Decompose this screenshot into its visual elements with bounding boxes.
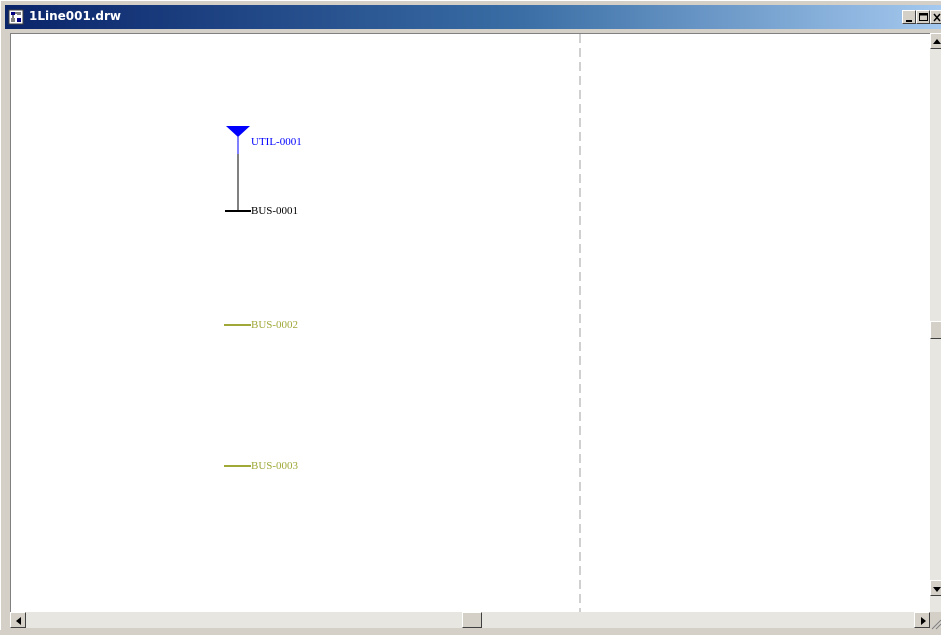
arrow-up-icon [933,39,941,44]
scroll-left-button[interactable] [10,612,26,628]
resize-grip-icon [931,619,941,630]
bus-0003-label[interactable]: BUS-0003 [251,460,298,472]
arrow-left-icon [16,617,21,625]
maximize-icon [919,13,928,21]
drawing-document-icon[interactable] [8,9,24,25]
bus-0001-label[interactable]: BUS-0001 [251,205,298,217]
util-0001-label[interactable]: UTIL-0001 [251,136,302,148]
maximize-button[interactable] [916,10,930,24]
one-line-diagram [224,34,581,612]
size-grip[interactable] [930,612,941,631]
title-bar[interactable]: 1Line001.drw [5,5,941,29]
close-button[interactable] [930,10,941,24]
minimize-icon [906,20,912,22]
bus-0002-label[interactable]: BUS-0002 [251,319,298,331]
window-title: 1Line001.drw [29,9,121,23]
minimize-button[interactable] [902,10,916,24]
document-window: 1Line001.drw UTIL-0001 BUS-0001 BUS-0002… [0,0,941,631]
vertical-scrollbar[interactable] [930,33,941,612]
arrow-down-icon [933,587,941,592]
arrow-right-icon [921,617,926,625]
scroll-right-button[interactable] [914,612,930,628]
horizontal-scrollbar[interactable] [10,612,930,628]
scroll-down-button[interactable] [930,580,941,596]
utility-symbol[interactable] [226,126,250,154]
scroll-up-button[interactable] [930,33,941,49]
close-icon [933,13,941,22]
drawing-canvas[interactable]: UTIL-0001 BUS-0001 BUS-0002 BUS-0003 [10,33,930,612]
horizontal-scroll-thumb[interactable] [462,612,482,628]
vertical-scroll-thumb[interactable] [930,321,941,339]
